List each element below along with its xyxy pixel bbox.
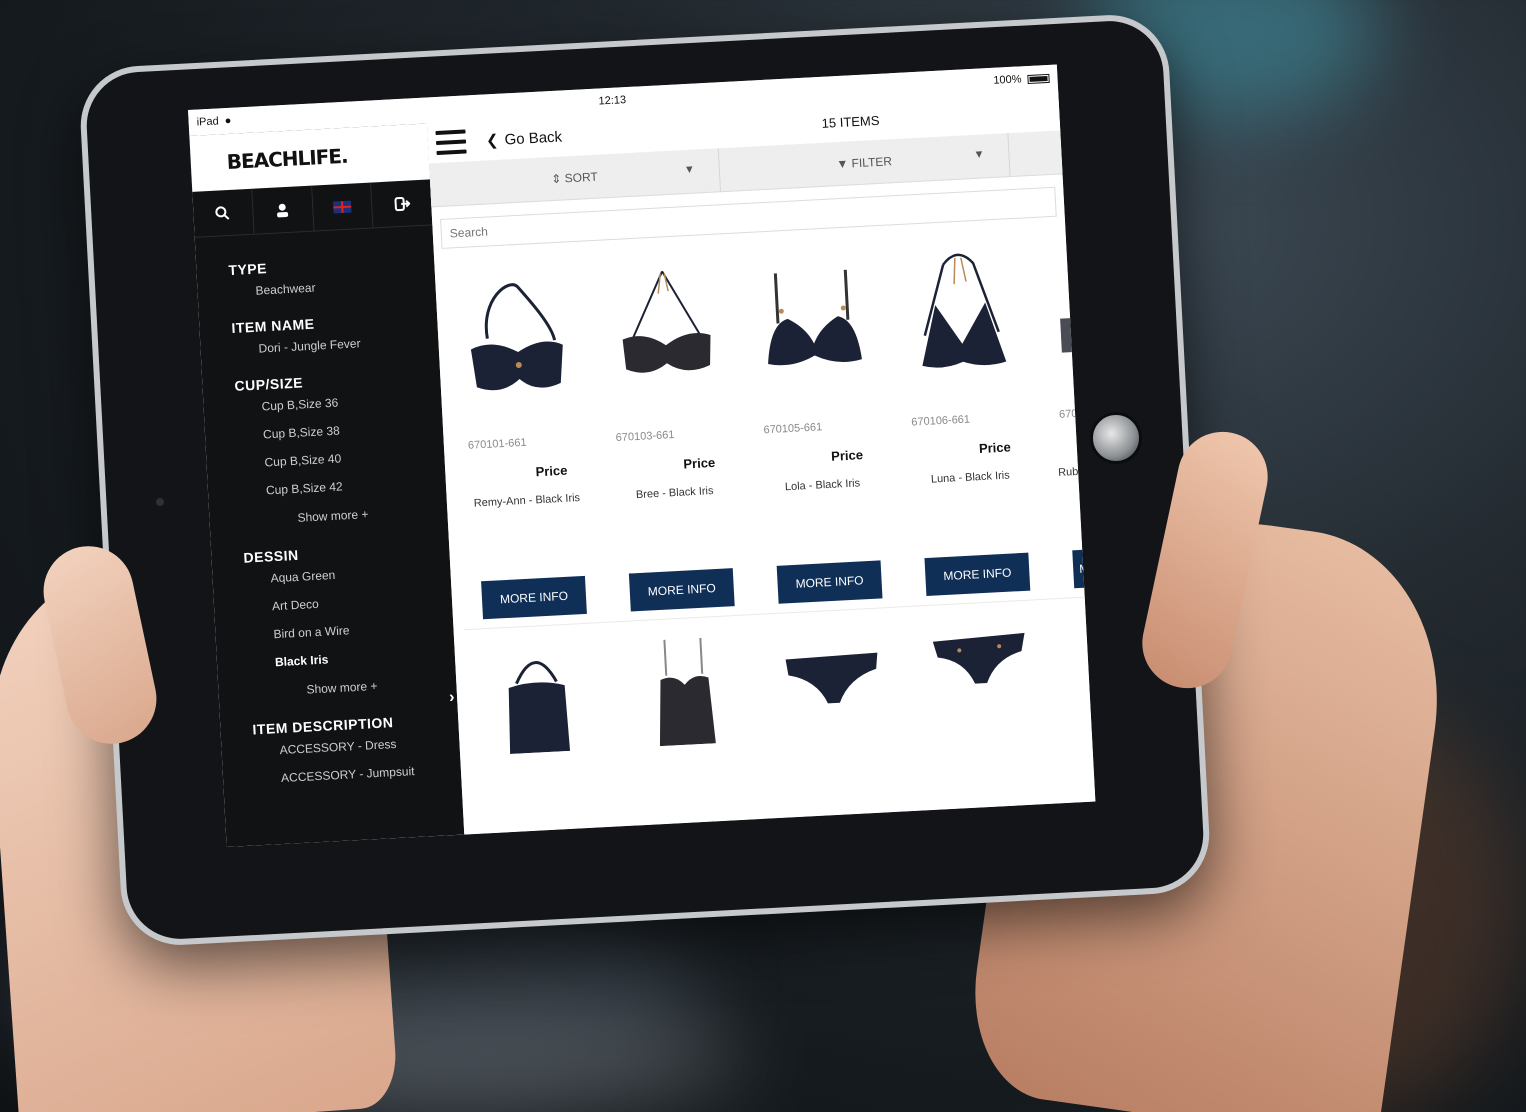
device-label: iPad xyxy=(196,115,219,129)
product-name: Bree - Black Iris xyxy=(635,485,714,502)
product-sku: 670106-661 xyxy=(911,413,971,429)
product-card: 670103-661 Price Bree - Black Iris MORE … xyxy=(592,245,760,623)
halter-bikini-top-image xyxy=(622,270,711,373)
product-price: Price xyxy=(683,454,716,472)
chevron-left-icon: ❮ xyxy=(485,131,500,150)
swimsuit-image xyxy=(508,661,571,755)
clock: 12:13 xyxy=(598,94,627,108)
product-card xyxy=(759,607,913,735)
triangle-bikini-top-image xyxy=(922,253,1007,368)
underwire-bikini-top-image xyxy=(768,269,862,366)
sort-icon: ⇕ xyxy=(550,170,566,186)
product-name: Lola - Black Iris xyxy=(784,477,861,494)
filter-icon: ▼ xyxy=(835,155,852,171)
bikini-bottom-image xyxy=(932,632,1025,684)
product-price: Price xyxy=(830,447,864,464)
dress-image xyxy=(659,637,716,747)
more-info-button[interactable]: MORE INFO xyxy=(481,575,587,620)
sidebar: BEACHLIFE. TYPE Beachwear ITEM NAME Dori… xyxy=(189,123,465,847)
product-grid: 670101-661 Price Remy-Ann - Black Iris M… xyxy=(434,222,1096,631)
uk-flag-icon[interactable] xyxy=(311,182,374,231)
more-info-button[interactable]: MORE INFO xyxy=(628,568,735,612)
product-sku: 670105-661 xyxy=(763,421,823,437)
logout-icon[interactable] xyxy=(371,179,432,227)
more-info-button[interactable]: MORE INFO xyxy=(776,560,883,604)
product-card: 670106-661 Price Luna - Black Iris MORE … xyxy=(887,229,1055,608)
product-panel: ❮ Go Back 15 ITEMS ⇕ SORT ▼ ▼ FILTER ▼ S… xyxy=(427,90,1096,835)
user-icon[interactable] xyxy=(251,185,314,234)
caret-down-icon: ▼ xyxy=(683,163,696,177)
sort-label: SORT xyxy=(564,169,599,185)
product-card xyxy=(611,615,765,747)
caret-down-icon: ▼ xyxy=(973,148,985,161)
filter-list: TYPE Beachwear ITEM NAME Dori - Jungle F… xyxy=(195,225,462,795)
product-name: Remy-Ann - Black Iris xyxy=(473,492,581,510)
bikini-bottom-image xyxy=(785,652,878,704)
wifi-icon: ● xyxy=(224,114,232,128)
product-price: Price xyxy=(535,462,568,480)
items-count: 15 ITEMS xyxy=(821,112,880,131)
home-button[interactable] xyxy=(1090,412,1142,464)
filter-label: FILTER xyxy=(851,153,893,170)
menu-icon[interactable] xyxy=(435,129,467,156)
product-sku: 670103-661 xyxy=(615,428,675,445)
product-card: 670105-661 Price Lola - Black Iris MORE … xyxy=(739,237,907,615)
product-name: Luna - Black Iris xyxy=(930,469,1011,486)
product-card: 670101-661 Price Remy-Ann - Black Iris M… xyxy=(444,253,612,631)
product-card xyxy=(464,623,618,755)
brand-logo[interactable]: BEACHLIFE. xyxy=(226,144,348,174)
chevron-right-icon[interactable]: › xyxy=(449,689,455,707)
go-back-label: Go Back xyxy=(504,127,563,148)
battery-icon xyxy=(1027,73,1050,84)
product-price: Price xyxy=(978,439,1012,457)
camera-dot xyxy=(156,498,164,506)
bandeau-bikini-top-image xyxy=(470,283,563,391)
search-icon[interactable] xyxy=(192,188,255,237)
product-card xyxy=(907,599,1061,727)
battery-percent: 100% xyxy=(993,73,1022,87)
go-back-button[interactable]: ❮ Go Back xyxy=(486,127,563,149)
tablet-screen: iPad ● 12:13 100% BEACHLIFE. TYPE Beachw… xyxy=(188,64,1096,847)
more-info-button[interactable]: MORE INFO xyxy=(924,552,1031,597)
product-sku: 670101-661 xyxy=(467,436,527,452)
